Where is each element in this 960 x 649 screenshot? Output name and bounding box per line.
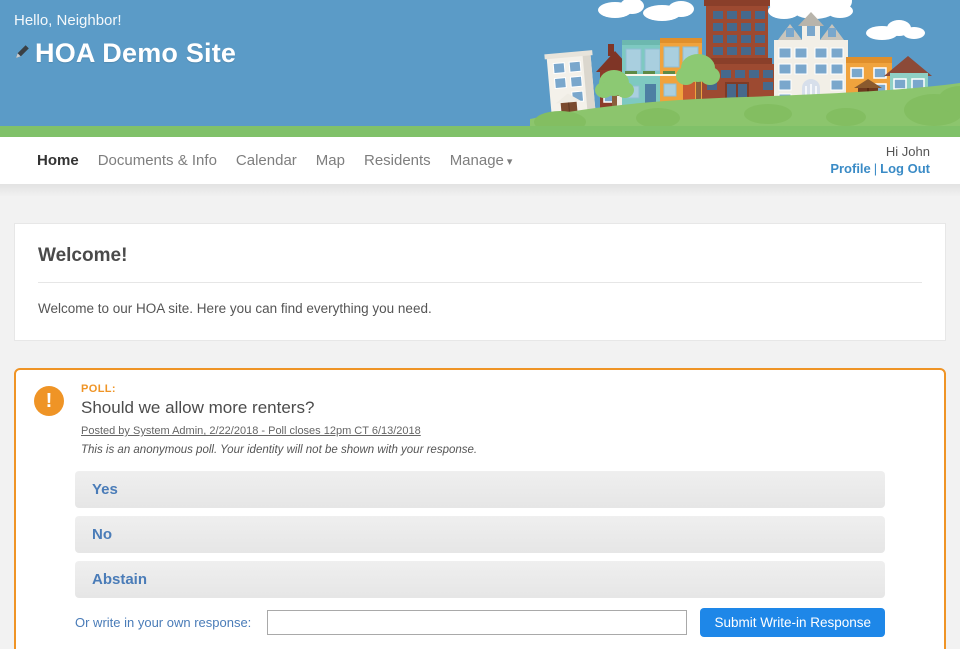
nav-item-map[interactable]: Map [316,152,345,169]
site-title: HOA Demo Site [35,38,236,69]
submit-write-in-button[interactable]: Submit Write-in Response [700,608,885,637]
building-brick-tower [700,0,774,108]
nav-item-calendar[interactable]: Calendar [236,152,297,169]
write-in-label: Or write in your own response: [75,615,251,630]
user-greeting: Hi John [830,143,930,160]
write-in-input[interactable] [267,610,687,635]
site-header: Hello, Neighbor! HOA Demo Site [0,0,960,126]
nav-shadow [0,184,960,197]
poll-question: Should we allow more renters? [81,398,477,418]
poll-label: POLL: [81,383,477,395]
divider [38,282,922,283]
main-nav: Home Documents & Info Calendar Map Resid… [0,137,960,184]
write-in-row: Or write in your own response: Submit Wr… [75,608,885,637]
header-illustration [530,0,960,126]
header-text: Hello, Neighbor! HOA Demo Site [14,12,236,69]
welcome-body: Welcome to our HOA site. Here you can fi… [38,301,922,316]
profile-link[interactable]: Profile [830,161,870,176]
alert-icon: ! [34,386,64,416]
header-greeting: Hello, Neighbor! [14,12,236,29]
user-block: Hi John Profile|Log Out [830,143,930,177]
poll-option-no[interactable]: No [75,516,885,553]
link-separator: | [871,161,880,176]
poll-option-yes[interactable]: Yes [75,471,885,508]
poll-options: Yes No Abstain [75,471,885,598]
nav-item-manage[interactable]: Manage▾ [450,152,513,169]
nav-item-home[interactable]: Home [37,152,79,169]
welcome-title: Welcome! [38,245,922,267]
grass-strip [0,126,960,137]
nav-item-manage-label: Manage [450,152,504,169]
nav-item-residents[interactable]: Residents [364,152,431,169]
nav-item-documents-info[interactable]: Documents & Info [98,152,217,169]
poll-card: ! POLL: Should we allow more renters? Po… [14,368,946,649]
poll-anonymous-note: This is an anonymous poll. Your identity… [81,444,477,456]
logout-link[interactable]: Log Out [880,161,930,176]
edit-pencil-icon[interactable] [14,44,30,60]
page: Hello, Neighbor! HOA Demo Site [0,0,960,649]
poll-meta-link[interactable]: Posted by System Admin, 2/22/2018 - Poll… [81,425,421,437]
chevron-down-icon: ▾ [507,156,513,168]
poll-option-abstain[interactable]: Abstain [75,561,885,598]
welcome-card: Welcome! Welcome to our HOA site. Here y… [14,223,946,341]
